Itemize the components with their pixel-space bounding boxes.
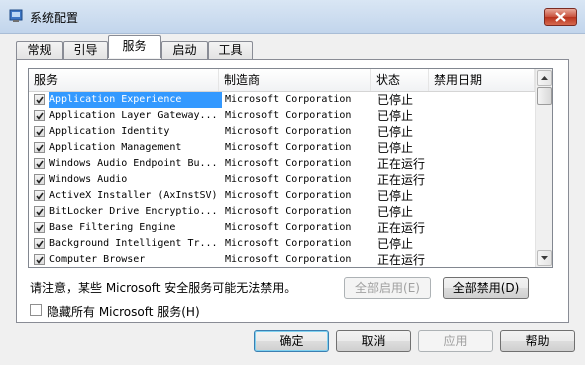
service-manufacturer: Microsoft Corporation — [225, 206, 352, 217]
service-manufacturer: Microsoft Corporation — [225, 94, 352, 105]
checkmark-icon — [36, 96, 44, 104]
apply-button[interactable]: 应用 — [418, 330, 493, 352]
service-checkbox[interactable] — [34, 222, 45, 233]
service-manufacturer: Microsoft Corporation — [225, 254, 352, 265]
service-status: 已停止 — [377, 109, 414, 123]
hide-ms-label: 隐藏所有 Microsoft 服务(H) — [47, 305, 200, 319]
service-checkbox[interactable] — [34, 110, 45, 121]
title-bar[interactable]: 系统配置 — [0, 0, 585, 34]
service-checkbox[interactable] — [34, 94, 45, 105]
tab-tools[interactable]: 工具 — [208, 41, 253, 59]
arrow-down-icon — [541, 256, 548, 260]
service-checkbox[interactable] — [34, 126, 45, 137]
service-name: Windows Audio Endpoint Bu... — [49, 158, 218, 169]
service-name: Windows Audio — [49, 174, 128, 185]
checkmark-icon — [36, 224, 44, 232]
help-button[interactable]: 帮助 — [500, 330, 575, 352]
service-checkbox[interactable] — [34, 174, 45, 185]
hide-ms-checkbox[interactable] — [30, 304, 42, 316]
tab-services[interactable]: 服务 — [108, 35, 161, 58]
service-status: 已停止 — [377, 189, 414, 203]
ok-button[interactable]: 确定 — [254, 330, 329, 352]
service-manufacturer: Microsoft Corporation — [225, 110, 352, 121]
service-name: Application Layer Gateway... — [49, 110, 218, 121]
notice-text: 请注意，某些 Microsoft 安全服务可能无法禁用。 — [30, 281, 297, 295]
services-list[interactable]: 服务 制造商 状态 禁用日期 Application Experience Mi… — [28, 68, 553, 268]
enable-all-button[interactable]: 全部启用(E) — [344, 277, 431, 299]
column-header-service[interactable]: 服务 — [29, 69, 219, 91]
service-status: 已停止 — [377, 125, 414, 139]
service-manufacturer: Microsoft Corporation — [225, 222, 352, 233]
service-manufacturer: Microsoft Corporation — [225, 190, 352, 201]
scroll-up-button[interactable] — [537, 70, 552, 86]
service-manufacturer: Microsoft Corporation — [225, 126, 352, 137]
column-header-manufacturer[interactable]: 制造商 — [219, 69, 371, 91]
close-button[interactable] — [544, 8, 577, 26]
checkmark-icon — [36, 176, 44, 184]
service-manufacturer: Microsoft Corporation — [225, 174, 352, 185]
service-checkbox[interactable] — [34, 142, 45, 153]
service-row[interactable]: ActiveX Installer (AxInstSV) Microsoft C… — [29, 188, 535, 204]
service-status: 已停止 — [377, 237, 414, 251]
tab-general[interactable]: 常规 — [16, 41, 63, 59]
service-rows: Application Experience Microsoft Corpora… — [29, 92, 535, 267]
tab-boot[interactable]: 引导 — [63, 41, 108, 59]
column-header-status[interactable]: 状态 — [371, 69, 429, 91]
service-manufacturer: Microsoft Corporation — [225, 158, 352, 169]
vertical-scrollbar[interactable] — [535, 69, 552, 267]
service-status: 已停止 — [377, 205, 414, 219]
close-icon — [555, 12, 566, 22]
service-row[interactable]: Application Experience Microsoft Corpora… — [29, 92, 535, 108]
service-checkbox[interactable] — [34, 206, 45, 217]
service-row[interactable]: Windows Audio Microsoft Corporation 正在运行 — [29, 172, 535, 188]
service-row[interactable]: Windows Audio Endpoint Bu... Microsoft C… — [29, 156, 535, 172]
checkmark-icon — [36, 112, 44, 120]
checkmark-icon — [36, 208, 44, 216]
service-name: Application Identity — [49, 126, 170, 137]
service-row[interactable]: Application Management Microsoft Corpora… — [29, 140, 535, 156]
service-row[interactable]: Application Layer Gateway... Microsoft C… — [29, 108, 535, 124]
service-row[interactable]: Background Intelligent Tr... Microsoft C… — [29, 236, 535, 252]
cancel-button[interactable]: 取消 — [336, 330, 411, 352]
checkmark-icon — [36, 240, 44, 248]
service-status: 已停止 — [377, 141, 414, 155]
scroll-thumb[interactable] — [537, 87, 552, 105]
service-name: Application Experience — [48, 92, 222, 108]
service-status: 已停止 — [377, 93, 414, 107]
service-checkbox[interactable] — [34, 158, 45, 169]
scroll-down-button[interactable] — [537, 250, 552, 266]
service-name: ActiveX Installer (AxInstSV) — [49, 190, 218, 201]
checkmark-icon — [36, 160, 44, 168]
checkmark-icon — [36, 128, 44, 136]
service-name: Base Filtering Engine — [49, 222, 176, 233]
list-header: 服务 制造商 状态 禁用日期 — [29, 69, 535, 92]
service-checkbox[interactable] — [34, 190, 45, 201]
column-header-disabled-date[interactable]: 禁用日期 — [429, 69, 535, 91]
service-manufacturer: Microsoft Corporation — [225, 142, 352, 153]
tab-startup[interactable]: 启动 — [161, 41, 208, 59]
disable-all-button[interactable]: 全部禁用(D) — [443, 277, 529, 299]
service-checkbox[interactable] — [34, 238, 45, 249]
checkmark-icon — [36, 256, 44, 264]
checkmark-icon — [36, 192, 44, 200]
service-status: 正在运行 — [377, 221, 426, 235]
service-status: 正在运行 — [377, 157, 426, 171]
service-name: BitLocker Drive Encryptio... — [49, 206, 218, 217]
service-manufacturer: Microsoft Corporation — [225, 238, 352, 249]
service-checkbox[interactable] — [34, 254, 45, 265]
msconfig-icon — [9, 9, 23, 22]
arrow-up-icon — [541, 76, 548, 80]
service-status: 正在运行 — [377, 253, 426, 267]
service-name: Computer Browser — [49, 254, 146, 265]
service-row[interactable]: Base Filtering Engine Microsoft Corporat… — [29, 220, 535, 236]
service-status: 正在运行 — [377, 173, 426, 187]
service-name: Background Intelligent Tr... — [49, 238, 218, 249]
service-row[interactable]: Computer Browser Microsoft Corporation 正… — [29, 252, 535, 267]
window-title: 系统配置 — [30, 11, 79, 25]
service-row[interactable]: Application Identity Microsoft Corporati… — [29, 124, 535, 140]
service-row[interactable]: BitLocker Drive Encryptio... Microsoft C… — [29, 204, 535, 220]
service-name: Application Management — [49, 142, 182, 153]
checkmark-icon — [36, 144, 44, 152]
